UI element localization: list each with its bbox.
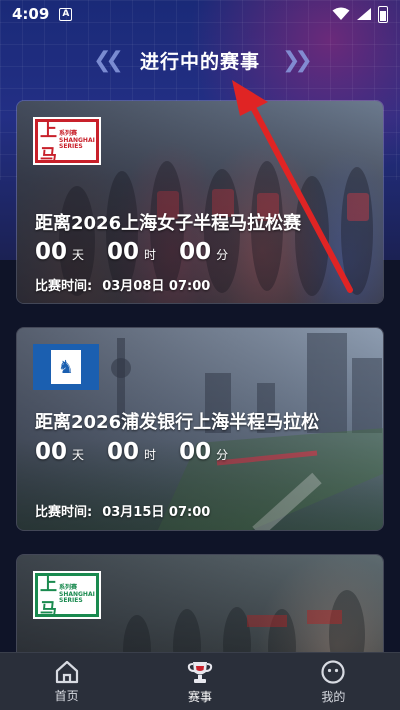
race-start-time: 比赛时间: 03月15日 07:00 bbox=[35, 501, 210, 520]
notification-badge: A bbox=[59, 7, 73, 21]
race-logo-2: ♞ bbox=[33, 344, 99, 390]
status-icons bbox=[332, 5, 388, 23]
countdown-hours-unit: 时 bbox=[144, 448, 157, 462]
page-title-row: ❮❮ 进行中的赛事 ❯❯ bbox=[0, 42, 400, 78]
race-countdown: 00 天 00 时 00 分 bbox=[35, 439, 251, 465]
race-logo-mark: 上马 bbox=[40, 575, 57, 620]
status-bar: 4:09 A bbox=[0, 0, 400, 28]
nav-item-home[interactable]: 首页 bbox=[0, 653, 133, 710]
wifi-icon bbox=[332, 7, 350, 20]
signal-icon bbox=[357, 8, 371, 20]
race-title: 距离2026上海女子半程马拉松赛 bbox=[35, 213, 302, 234]
race-countdown: 00 天 00 时 00 分 bbox=[35, 239, 251, 265]
countdown-hours: 00 bbox=[107, 239, 140, 265]
countdown-hours: 00 bbox=[107, 439, 140, 465]
nav-label-home: 首页 bbox=[54, 688, 79, 703]
chevron-right-decoration-icon: ❯❯ bbox=[282, 47, 313, 73]
race-logo-3: 上马 系列赛 SHANGHAI SERIES bbox=[33, 571, 101, 620]
race-card-2[interactable]: ♞ 距离2026浦发银行上海半程马拉松 00 天 00 时 00 分 比赛时间:… bbox=[16, 327, 384, 531]
home-icon bbox=[55, 660, 78, 683]
race-start-value: 03月08日 07:00 bbox=[102, 279, 211, 294]
profile-icon bbox=[321, 659, 345, 684]
race-card-3[interactable]: 上马 系列赛 SHANGHAI SERIES bbox=[16, 554, 384, 664]
battery-icon bbox=[378, 5, 388, 23]
countdown-days: 00 bbox=[35, 439, 68, 465]
countdown-minutes-unit: 分 bbox=[216, 448, 229, 462]
countdown-hours-unit: 时 bbox=[144, 248, 157, 262]
bottom-navigation: 首页 赛事 我的 bbox=[0, 652, 400, 710]
countdown-minutes: 00 bbox=[179, 239, 212, 265]
countdown-days: 00 bbox=[35, 239, 68, 265]
nav-item-events[interactable]: 赛事 bbox=[133, 653, 266, 710]
chevron-left-decoration-icon: ❮❮ bbox=[93, 47, 124, 73]
countdown-days-unit: 天 bbox=[72, 448, 85, 462]
race-logo-mark: 上马 bbox=[40, 121, 57, 166]
countdown-minutes: 00 bbox=[179, 439, 212, 465]
race-card-1[interactable]: 上马 系列赛 SHANGHAI SERIES 距离2026上海女子半程马拉松赛 0… bbox=[16, 100, 384, 304]
page-title: 进行中的赛事 bbox=[139, 50, 260, 73]
nav-item-profile[interactable]: 我的 bbox=[267, 653, 400, 710]
race-logo-1: 上马 系列赛 SHANGHAI SERIES bbox=[33, 117, 101, 166]
nav-label-profile: 我的 bbox=[321, 689, 346, 704]
race-start-time: 比赛时间: 03月08日 07:00 bbox=[35, 275, 210, 294]
race-start-label: 比赛时间: bbox=[35, 279, 93, 294]
countdown-days-unit: 天 bbox=[72, 248, 85, 262]
nav-label-events: 赛事 bbox=[187, 689, 212, 704]
race-start-label: 比赛时间: bbox=[35, 505, 93, 520]
race-start-value: 03月15日 07:00 bbox=[102, 505, 211, 520]
race-title: 距离2026浦发银行上海半程马拉松 bbox=[35, 412, 320, 433]
countdown-minutes-unit: 分 bbox=[216, 248, 229, 262]
runner-logo-icon: ♞ bbox=[51, 350, 81, 384]
status-time: 4:09 bbox=[12, 5, 50, 23]
trophy-icon bbox=[187, 661, 213, 683]
